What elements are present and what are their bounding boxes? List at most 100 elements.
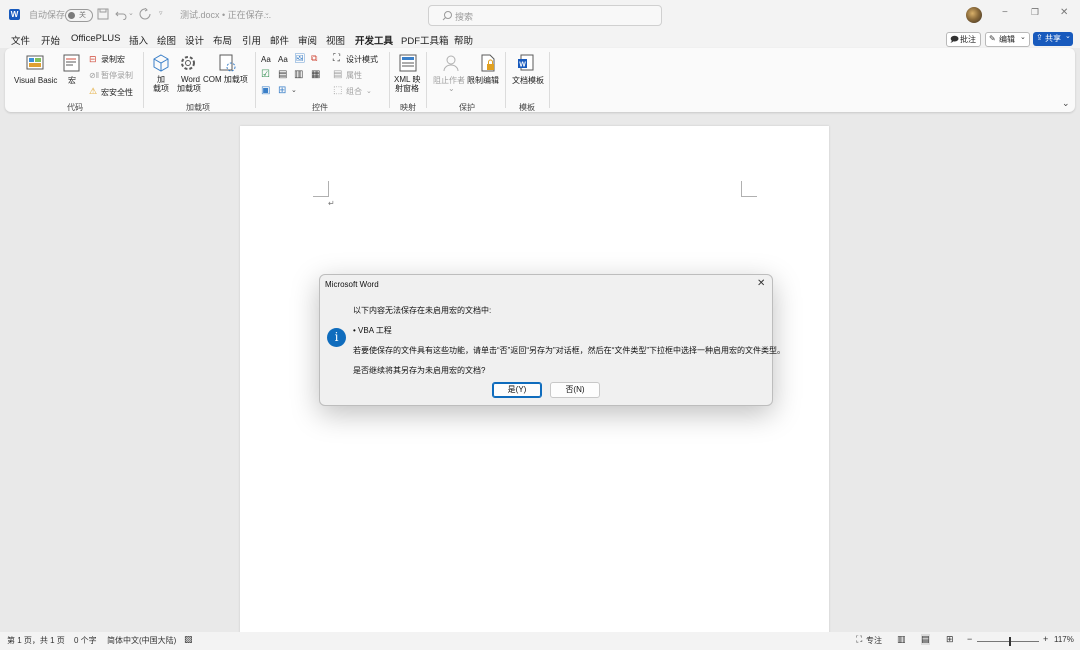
xml-mapping-icon[interactable] (398, 53, 418, 73)
tab-file[interactable]: 文件 (11, 33, 30, 47)
save-warning-dialog: Microsoft Word ✕ i 以下内容无法保存在未启用宏的文档中: • … (319, 274, 785, 406)
undo-icon[interactable] (115, 8, 127, 20)
plain-text-control-icon[interactable]: Aa (278, 55, 288, 64)
group-separator (255, 52, 256, 108)
print-layout-icon[interactable]: ▤ (921, 634, 930, 645)
tab-insert[interactable]: 插入 (129, 33, 148, 47)
minimize-button[interactable]: − (1002, 7, 1008, 18)
comment-icon: 🗩 (950, 35, 959, 44)
record-macro-icon: ⊟ (89, 54, 97, 64)
word-count[interactable]: 0 个字 (74, 635, 97, 646)
undo-dropdown-icon[interactable]: ⌄ (128, 9, 134, 17)
rich-text-control-icon[interactable]: Aa (261, 55, 271, 64)
combo-box-icon[interactable]: ▤ (278, 69, 287, 80)
macro-security-label[interactable]: 宏安全性 (101, 88, 133, 97)
tab-pdf-toolbox[interactable]: PDF工具箱 (401, 33, 449, 47)
legacy-tools-icon[interactable]: ⊞ (278, 85, 286, 96)
date-picker-icon[interactable]: ▦ (311, 69, 320, 80)
share-button[interactable]: ⇪ 共享 ⌄ (1033, 32, 1073, 46)
page-count[interactable]: 第 1 页，共 1 页 (7, 635, 65, 646)
record-macro-label[interactable]: 录制宏 (101, 55, 125, 64)
save-icon[interactable] (97, 8, 109, 20)
word-addins-gear-icon[interactable] (178, 53, 198, 73)
redo-icon[interactable] (139, 8, 151, 20)
zoom-out-button[interactable]: − (967, 634, 972, 644)
status-bar: 第 1 页，共 1 页 0 个字 简体中文(中国大陆) ▨ ⛶ 专注 ▥ ▤ ⊞… (0, 632, 1080, 650)
com-addins-icon[interactable] (217, 53, 237, 73)
yes-button[interactable]: 是(Y) (492, 382, 542, 398)
tab-developer[interactable]: 开发工具 (355, 33, 394, 50)
zoom-slider-thumb[interactable] (1009, 637, 1011, 646)
dropdown-list-icon[interactable]: ▥ (294, 69, 303, 80)
tab-layout[interactable]: 布局 (213, 33, 232, 47)
tab-help[interactable]: 帮助 (454, 33, 473, 47)
focus-label[interactable]: 专注 (866, 635, 882, 646)
autosave-toggle[interactable]: 关 (65, 9, 93, 22)
accessibility-icon[interactable]: ▨ (184, 634, 193, 645)
document-template-icon[interactable]: W (516, 53, 536, 73)
design-mode-label[interactable]: 设计模式 (346, 55, 378, 64)
tab-view[interactable]: 视图 (326, 33, 345, 47)
comments-button[interactable]: 🗩 批注 (946, 32, 981, 47)
document-template-label[interactable]: 文档模板 (512, 76, 544, 85)
group-label-protect: 保护 (459, 103, 475, 112)
macros-label[interactable]: 宏 (68, 76, 76, 85)
customize-toolbar-icon[interactable]: ▿ (159, 9, 163, 17)
dialog-close-button[interactable]: ✕ (757, 278, 765, 289)
legacy-tools-chevron-icon[interactable]: ⌄ (291, 86, 297, 94)
language-status[interactable]: 简体中文(中国大陆) (107, 635, 176, 646)
chevron-down-icon: ⌄ (1020, 34, 1026, 41)
picture-control-icon[interactable]: 🖼 (294, 53, 305, 64)
word-logo-icon: W (9, 9, 20, 20)
macros-icon[interactable] (62, 53, 82, 73)
tab-review[interactable]: 审阅 (298, 33, 317, 47)
dialog-line-1: 以下内容无法保存在未启用宏的文档中: (353, 306, 492, 315)
share-icon: ⇪ (1036, 33, 1043, 42)
addins-icon[interactable] (151, 53, 171, 73)
close-window-button[interactable]: ✕ (1060, 7, 1068, 18)
xml-mapping-label-2[interactable]: 射窗格 (395, 84, 419, 93)
tab-design[interactable]: 设计 (185, 33, 204, 47)
document-title[interactable]: 测试.docx • 正在保存... (180, 8, 271, 21)
visual-basic-icon[interactable] (25, 53, 45, 73)
dialog-line-3: 是否继续将其另存为未启用宏的文档? (353, 366, 486, 375)
search-box[interactable]: 搜索 (428, 5, 662, 26)
ribbon-tabs: 文件 开始 OfficePLUS 插入 绘图 设计 布局 引用 邮件 审阅 视图… (0, 30, 1080, 50)
svg-text:W: W (519, 62, 526, 69)
group-separator (426, 52, 427, 108)
word-addins-label-1[interactable]: Word (181, 75, 200, 84)
restrict-editing-icon[interactable] (478, 53, 498, 73)
building-block-icon[interactable]: ⧉ (311, 53, 317, 64)
no-button[interactable]: 否(N) (550, 382, 600, 398)
editing-mode-button[interactable]: ✎ 编辑 ⌄ (985, 32, 1030, 47)
focus-icon[interactable]: ⛶ (856, 634, 862, 645)
addins-label-2[interactable]: 载项 (153, 84, 169, 93)
tab-references[interactable]: 引用 (242, 33, 261, 47)
search-icon (442, 11, 452, 21)
word-addins-label-2[interactable]: 加载项 (177, 84, 201, 93)
ribbon-developer: Visual Basic 宏 ⊟ 录制宏 ⊘‖ 暂停录制 ⚠ 宏安全性 代码 加… (5, 48, 1075, 112)
web-layout-icon[interactable]: ⊞ (946, 634, 954, 645)
title-dropdown-icon[interactable]: ⌄ (264, 9, 270, 17)
com-addins-label[interactable]: COM 加载项 (203, 75, 248, 84)
zoom-in-button[interactable]: + (1043, 634, 1048, 644)
read-mode-icon[interactable]: ▥ (897, 634, 906, 645)
addins-label-1[interactable]: 加 (157, 75, 165, 84)
tab-home[interactable]: 开始 (41, 33, 60, 47)
tab-draw[interactable]: 绘图 (157, 33, 176, 47)
tab-mailings[interactable]: 邮件 (270, 33, 289, 47)
user-avatar[interactable] (966, 7, 982, 23)
xml-mapping-label-1[interactable]: XML 映 (394, 75, 420, 84)
design-mode-icon: ⛶ (333, 53, 340, 64)
restrict-editing-label[interactable]: 限制编辑 (467, 76, 499, 85)
repeating-section-icon[interactable]: ▣ (261, 85, 270, 96)
tab-officeplus[interactable]: OfficePLUS (71, 33, 120, 44)
visual-basic-label[interactable]: Visual Basic (14, 76, 57, 85)
checkbox-control-icon[interactable]: ☑ (261, 69, 270, 80)
group-label-controls: 控件 (312, 103, 328, 112)
zoom-slider[interactable] (977, 641, 1039, 642)
restore-button[interactable]: ❐ (1031, 7, 1039, 18)
collapse-ribbon-icon[interactable]: ⌄ (1062, 98, 1070, 109)
zoom-level[interactable]: 117% (1054, 635, 1074, 644)
group-label-addins: 加载项 (186, 103, 210, 112)
